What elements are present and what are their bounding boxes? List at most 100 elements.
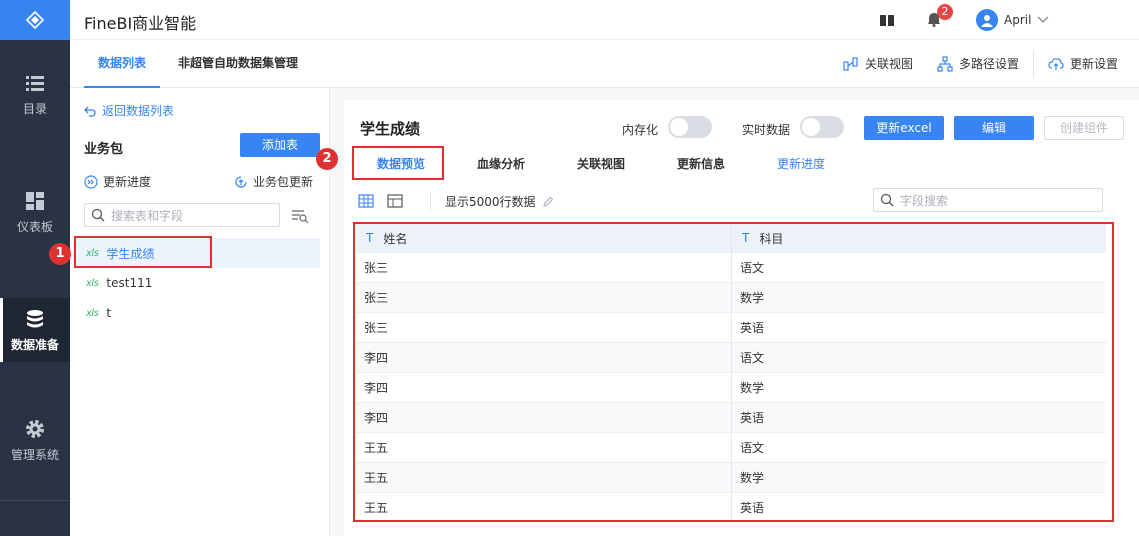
filter-list-icon[interactable] [290,206,310,226]
app-logo[interactable] [0,0,70,40]
refresh-upload-icon [235,175,247,188]
field-search-input[interactable]: 字段搜索 [873,188,1103,212]
column-header-subject[interactable]: T 科目 [731,224,1106,252]
preview-area: 数据预览 血缘分析 关联视图 更新信息 更新进度 显示5000行数据 字段搜索 … [344,148,1139,536]
table-row: 王五 英语 [356,492,1106,522]
back-arrow-icon [84,106,96,117]
table-item[interactable]: xls t [74,298,320,328]
secondary-tab-bar: 数据列表 非超管自助数据集管理 关联视图 多路径设置 更新设置 [70,40,1139,88]
package-title: 业务包 [84,142,124,157]
help-book-icon[interactable] [879,12,895,28]
app-title: FineBI商业智能 [84,14,197,33]
multipath-settings-button[interactable]: 多路径设置 [937,55,1019,72]
pencil-icon [542,196,553,207]
nav-item-data-prep[interactable]: 数据准备 [0,298,70,362]
edit-button[interactable]: 编辑 [954,116,1034,140]
table-row: 李四 语文 [356,342,1106,372]
hierarchy-icon [937,55,953,72]
search-icon [880,193,894,207]
avatar [976,9,998,31]
search-placeholder: 字段搜索 [900,193,949,208]
user-name: April [1004,13,1032,27]
table-detail-icon[interactable] [387,193,403,209]
row-count-setting[interactable]: 显示5000行数据 [445,193,554,210]
table-cell: 张三 [364,261,389,275]
tab-lineage[interactable]: 血缘分析 [464,148,538,180]
table-row: 王五 数学 [356,462,1106,492]
update-settings-button[interactable]: 更新设置 [1048,55,1118,72]
text-type-icon: T [366,231,374,245]
table-item[interactable]: xls test111 [74,268,320,298]
relation-view-button[interactable]: 关联视图 [843,55,913,72]
table-cell: 语文 [731,253,1106,282]
table-item[interactable]: xls 学生成绩 [74,238,320,268]
cloud-upload-icon [1048,57,1064,70]
divider [1033,50,1034,78]
search-placeholder: 搜索表和字段 [111,208,184,223]
nav-label: 管理系统 [10,447,59,462]
chevron-down-icon [1037,16,1049,23]
logo-icon [26,11,44,29]
left-panel: 返回数据列表 业务包 添加表 更新进度 业务包更新 搜索表和字段 xls 学生成… [70,88,330,536]
nav-item-admin[interactable]: 管理系统 [0,408,70,472]
table-cell: 数学 [731,373,1106,402]
table-cell: 张三 [364,321,389,335]
xls-file-icon: xls [86,277,99,289]
column-name: 姓名 [383,231,408,246]
table-title: 学生成绩 [360,120,421,138]
table-cell: 李四 [364,351,389,365]
user-menu[interactable]: April [976,9,1049,31]
package-update-label: 业务包更新 [253,175,314,189]
grid-view-icon[interactable] [358,193,374,209]
table-cell: 语文 [731,343,1106,372]
tab-relation-view[interactable]: 关联视图 [564,148,638,180]
table-row: 王五 语文 [356,432,1106,462]
update-progress-button[interactable]: 更新进度 [84,173,151,190]
table-name: t [106,306,112,320]
add-table-button[interactable]: 添加表 [240,133,320,157]
table-row: 李四 数学 [356,372,1106,402]
relation-view-label: 关联视图 [865,57,914,71]
in-memory-toggle[interactable] [668,116,712,138]
table-search-input[interactable]: 搜索表和字段 [84,203,280,227]
table-name: 学生成绩 [106,246,155,261]
xls-file-icon: xls [86,247,99,259]
table-row: 李四 英语 [356,402,1106,432]
column-header-name[interactable]: T 姓名 [356,224,731,252]
table-row: 张三 英语 [356,312,1106,342]
create-component-button[interactable]: 创建组件 [1044,116,1124,140]
nav-label: 仪表板 [16,219,53,234]
back-label: 返回数据列表 [102,104,175,118]
nav-item-dashboard[interactable]: 仪表板 [0,180,70,244]
update-excel-button[interactable]: 更新excel [864,116,944,140]
table-cell: 李四 [364,381,389,395]
table-cell: 王五 [364,441,389,455]
relation-icon [843,56,858,71]
step-badge-2: 2 [316,148,338,170]
realtime-label: 实时数据 [742,123,791,137]
search-icon [91,208,105,222]
step-badge-1: 1 [49,243,71,265]
xls-file-icon: xls [86,307,99,319]
tab-update-info[interactable]: 更新信息 [664,148,738,180]
nav-item-catalog[interactable]: 目录 [0,62,70,126]
update-progress-label: 更新进度 [103,175,152,189]
tab-update-progress[interactable]: 更新进度 [764,148,838,180]
tab-data-list[interactable]: 数据列表 [84,40,160,88]
dashboard-icon [26,191,44,210]
progress-icon [84,174,98,189]
data-preview-table: T 姓名 T 科目 张三 语文 张三 数学 张三 英语 李四 语文 李四 数学 李四 英语 … [356,224,1106,522]
tab-data-preview[interactable]: 数据预览 [364,148,438,180]
tab-self-service-dataset[interactable]: 非超管自助数据集管理 [178,40,298,88]
table-cell: 语文 [731,433,1106,462]
in-memory-label: 内存化 [622,123,659,137]
main-panel: 学生成绩 内存化 实时数据 更新excel 编辑 创建组件 数据预览 血缘分析 … [330,88,1139,536]
row-count-label: 显示5000行数据 [445,195,536,209]
package-update-button[interactable]: 业务包更新 [234,173,313,190]
back-to-list-link[interactable]: 返回数据列表 [84,102,174,119]
realtime-toggle[interactable] [800,116,844,138]
update-settings-label: 更新设置 [1070,57,1119,71]
list-icon [26,75,44,91]
table-name: test111 [106,276,153,290]
table-cell: 数学 [731,463,1106,492]
